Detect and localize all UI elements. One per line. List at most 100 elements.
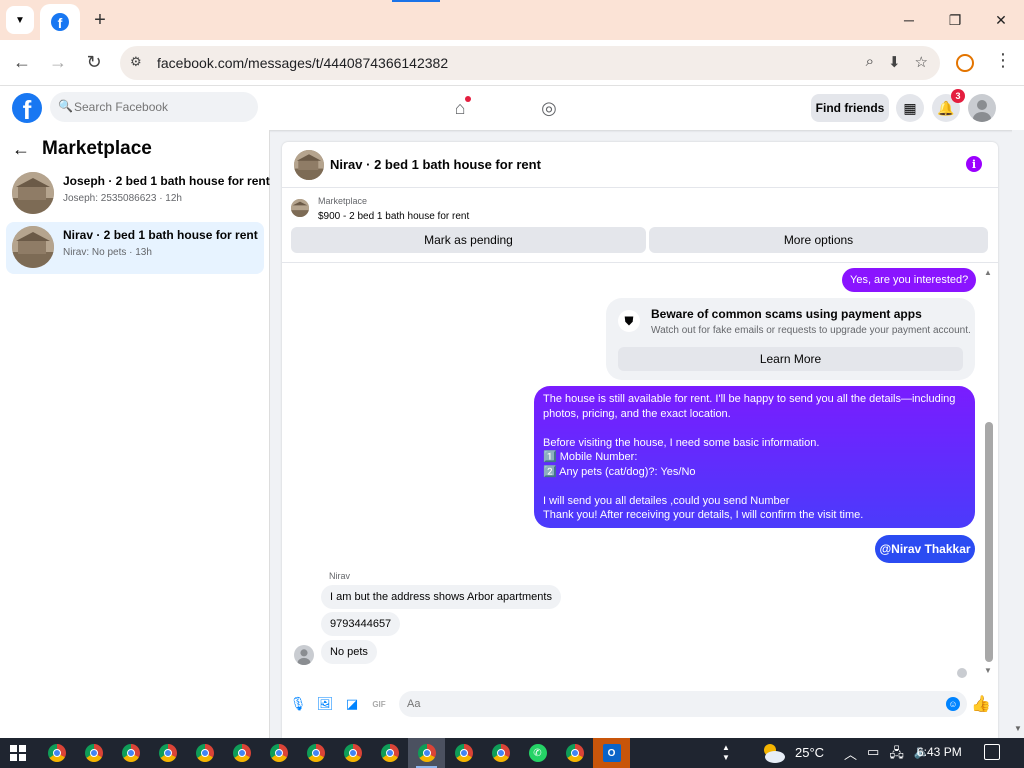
windows-start-icon[interactable] — [10, 745, 26, 761]
close-window-button[interactable]: ✕ — [978, 0, 1024, 40]
scroll-up-icon[interactable]: ▲ — [984, 268, 992, 277]
chat-scrollbar[interactable]: ▲ ▼ — [982, 264, 994, 684]
notification-center-icon[interactable] — [984, 744, 1000, 760]
chrome-taskbar-button[interactable] — [445, 738, 482, 768]
chrome-icon — [380, 744, 399, 762]
conversation-item[interactable]: Joseph · 2 bed 1 bath house for rent Jos… — [6, 168, 270, 220]
sticker-icon[interactable]: ◪ — [344, 696, 360, 712]
tab-search-button[interactable]: ▼ — [6, 6, 34, 34]
chevron-up-icon[interactable]: ︿ — [844, 744, 857, 766]
incoming-message[interactable]: No pets — [321, 640, 377, 664]
microphone-icon[interactable]: 🎙 — [290, 696, 307, 712]
message-input[interactable] — [407, 691, 927, 717]
windows-taskbar: ✆ O ▲ ▼ 25°C ︿ ▭ 🖧 🔈 6:43 PM — [0, 738, 1024, 768]
emoji-icon[interactable]: ☺ — [946, 697, 960, 711]
address-bar[interactable]: ⚙ facebook.com/messages/t/44408743661423… — [120, 46, 940, 80]
chrome-taskbar-button[interactable] — [112, 738, 149, 768]
chrome-icon — [158, 744, 177, 762]
chrome-taskbar-button[interactable] — [38, 738, 75, 768]
chrome-taskbar-button[interactable] — [297, 738, 334, 768]
sender-name: Nirav — [329, 571, 351, 581]
more-options-button[interactable]: More options — [649, 227, 988, 253]
chrome-taskbar-button[interactable] — [75, 738, 112, 768]
info-icon[interactable]: i — [966, 156, 982, 172]
listing-title[interactable]: $900 - 2 bed 1 bath house for rent — [318, 211, 469, 222]
back-button[interactable]: ← — [8, 48, 36, 76]
listing-thumbnail — [12, 226, 54, 268]
forward-button[interactable]: → — [44, 48, 72, 76]
search-input[interactable] — [74, 92, 249, 122]
find-friends-button[interactable]: Find friends — [811, 94, 889, 122]
back-arrow-icon[interactable]: ← — [12, 139, 30, 160]
chrome-taskbar-button[interactable] — [260, 738, 297, 768]
chat-title[interactable]: Nirav · 2 bed 1 bath house for rent — [330, 157, 541, 172]
chrome-taskbar-button[interactable] — [149, 738, 186, 768]
weather-icon[interactable] — [760, 742, 786, 764]
facebook-logo[interactable]: f — [12, 93, 42, 123]
chrome-taskbar-button[interactable] — [334, 738, 371, 768]
page-scrollbar[interactable]: ▼ — [1012, 130, 1024, 738]
chat-thumbnail[interactable] — [294, 150, 324, 180]
scroll-down-icon[interactable]: ▼ — [984, 666, 992, 675]
browser-tab-facebook[interactable]: f — [40, 4, 80, 40]
chrome-taskbar-button[interactable] — [186, 738, 223, 768]
bookmark-star-icon[interactable]: ☆ — [915, 53, 928, 71]
scroll-down-icon[interactable]: ▼ — [1014, 724, 1022, 733]
restore-button[interactable]: ❐ — [932, 0, 978, 40]
facebook-search[interactable]: 🔍 — [50, 92, 258, 122]
conversation-sidebar: ← Marketplace Joseph · 2 bed 1 bath hous… — [0, 130, 270, 738]
chrome-icon — [269, 744, 288, 762]
thumbs-up-icon[interactable]: 👍 — [971, 695, 991, 713]
browser-profile-icon[interactable] — [956, 54, 974, 72]
chrome-taskbar-button[interactable] — [556, 738, 593, 768]
clock[interactable]: 6:43 PM — [917, 745, 962, 759]
chrome-taskbar-button[interactable] — [371, 738, 408, 768]
whatsapp-icon: ✆ — [528, 744, 547, 762]
outgoing-message-long[interactable]: The house is still available for rent. I… — [534, 386, 975, 528]
menu-button[interactable]: ▦ — [896, 94, 924, 122]
chrome-icon — [565, 744, 584, 762]
chrome-icon — [84, 744, 103, 762]
chrome-taskbar-button[interactable] — [223, 738, 260, 768]
outgoing-message[interactable]: Yes, are you interested? — [842, 268, 977, 292]
install-app-icon[interactable]: ⬇ — [888, 53, 901, 71]
gif-icon[interactable]: GIF — [371, 696, 387, 712]
mention-message[interactable]: @Nirav Thakkar — [875, 535, 975, 563]
chrome-taskbar-button[interactable] — [482, 738, 519, 768]
browser-titlebar: ▼ f + ─ ❐ ✕ — [0, 0, 1024, 40]
home-nav-button[interactable]: ⌂ — [446, 94, 474, 122]
reload-button[interactable]: ↻ — [80, 48, 108, 76]
account-avatar[interactable] — [968, 94, 996, 122]
chrome-icon — [121, 744, 140, 762]
sender-avatar[interactable] — [294, 645, 314, 665]
photo-icon[interactable]: 🖼 — [317, 696, 334, 712]
outlook-taskbar-button[interactable]: O — [593, 738, 630, 768]
learn-more-button[interactable]: Learn More — [618, 347, 963, 371]
groups-nav-button[interactable]: ◎ — [535, 94, 563, 122]
chrome-icon — [195, 744, 214, 762]
zoom-icon[interactable]: ⌕ — [866, 53, 874, 71]
minimize-button[interactable]: ─ — [886, 0, 932, 40]
browser-menu-icon[interactable]: ⋮ — [994, 50, 1012, 71]
incoming-message[interactable]: 9793444657 — [321, 612, 401, 636]
home-notification-dot — [465, 96, 471, 102]
whatsapp-taskbar-button[interactable]: ✆ — [519, 738, 556, 768]
taskbar-scroll-arrows[interactable]: ▲ ▼ — [719, 738, 733, 768]
conversation-title: Joseph · 2 bed 1 bath house for rent — [63, 174, 270, 188]
conversation-item-active[interactable]: Nirav · 2 bed 1 bath house for rent Nira… — [6, 222, 264, 274]
chrome-taskbar-button-active[interactable] — [408, 738, 445, 768]
scrollbar-thumb[interactable] — [985, 422, 993, 662]
composer-field[interactable]: ☺ — [399, 691, 967, 717]
url-text[interactable]: facebook.com/messages/t/4440874366142382 — [157, 55, 448, 71]
chrome-icon — [232, 744, 251, 762]
device-icon[interactable]: ▭ — [867, 744, 879, 766]
network-icon[interactable]: 🖧 — [889, 744, 904, 766]
mark-as-pending-button[interactable]: Mark as pending — [291, 227, 646, 253]
conversation-title: Nirav · 2 bed 1 bath house for rent — [63, 228, 258, 242]
new-tab-button[interactable]: + — [88, 8, 112, 32]
scam-warning-subtitle: Watch out for fake emails or requests to… — [651, 325, 971, 336]
temperature[interactable]: 25°C — [795, 745, 824, 760]
incoming-message[interactable]: I am but the address shows Arbor apartme… — [321, 585, 561, 609]
listing-thumbnail[interactable] — [291, 199, 309, 217]
site-info-icon[interactable]: ⚙ — [130, 54, 148, 72]
